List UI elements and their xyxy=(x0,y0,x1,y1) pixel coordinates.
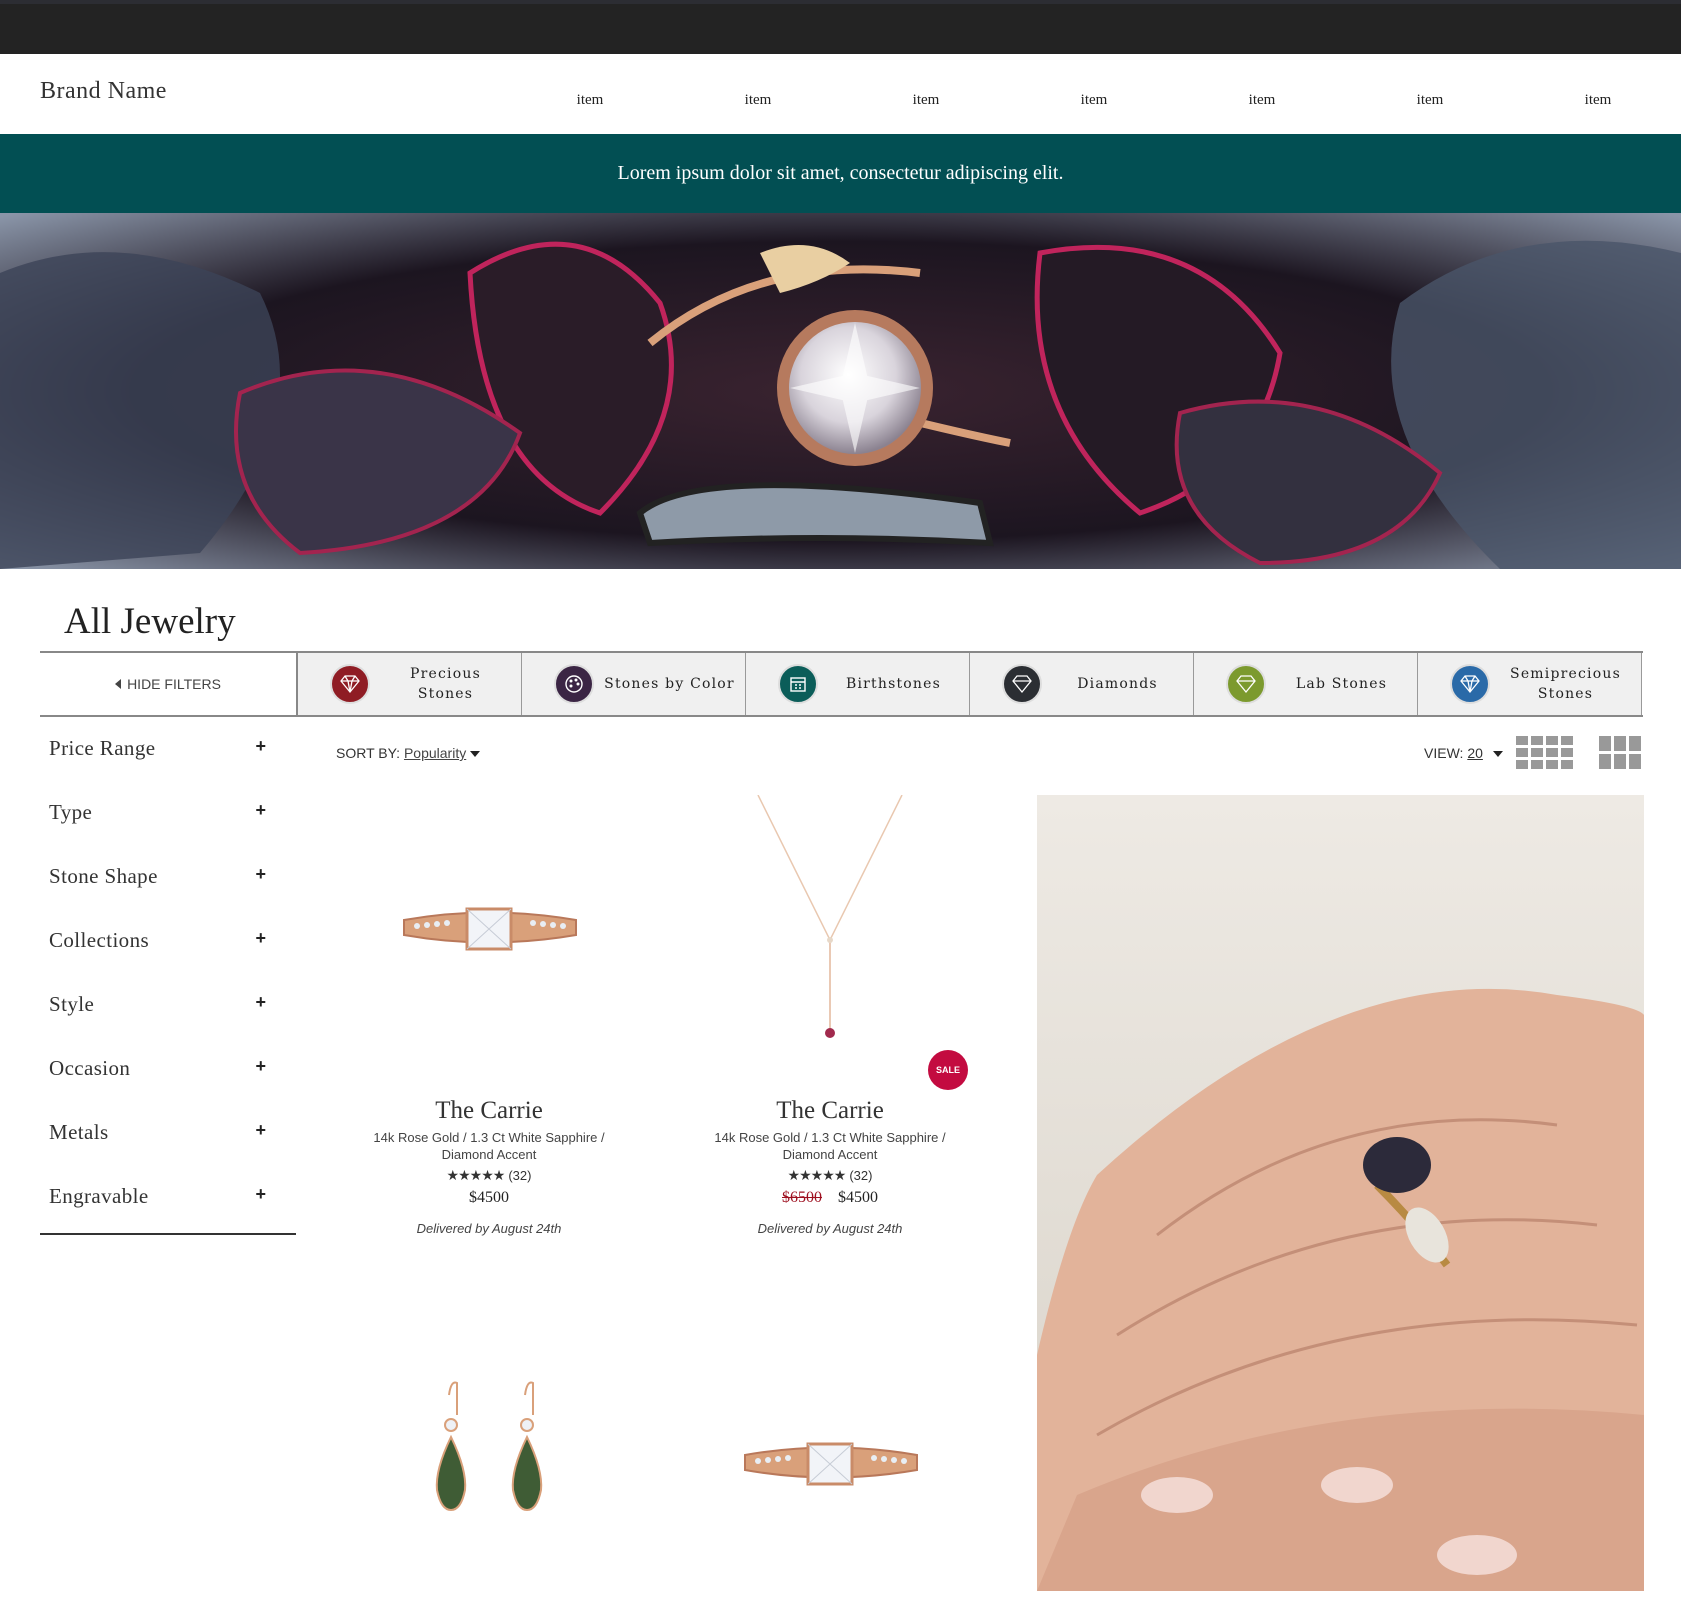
filter-type[interactable]: Type + xyxy=(40,782,296,846)
plus-icon: + xyxy=(255,736,266,756)
view-control: VIEW: 20 xyxy=(1424,745,1503,761)
hide-filters-button[interactable]: HIDE FILTERS xyxy=(40,653,298,715)
filter-style[interactable]: Style + xyxy=(40,974,296,1038)
star-rating-icon: ★★★★★ xyxy=(446,1169,506,1184)
browser-top-bar xyxy=(0,0,1681,54)
category-label: Birthstones xyxy=(845,676,942,692)
category-label: Precious Stones xyxy=(410,666,481,702)
plus-icon: + xyxy=(255,1184,266,1204)
category-label: Semiprecious Stones xyxy=(1510,666,1621,702)
product-price-row: $6500 $4500 xyxy=(680,1189,980,1207)
category-stones-by-color[interactable]: Stones by Color xyxy=(522,653,746,715)
product-name[interactable]: The Carrie xyxy=(339,1097,639,1125)
product-desc-line-1: 14k Rose Gold / 1.3 Ct White Sapphire / xyxy=(373,1130,605,1145)
category-bar: HIDE FILTERS Precious Stones Stones by C… xyxy=(40,651,1643,717)
nav-item-1[interactable]: item xyxy=(540,92,640,109)
filter-engravable[interactable]: Engravable + xyxy=(40,1166,296,1230)
plus-icon: + xyxy=(255,864,266,884)
category-diamonds[interactable]: Diamonds xyxy=(970,653,1194,715)
sort-label: SORT BY: xyxy=(336,745,401,761)
gem-icon xyxy=(1450,664,1490,704)
sale-badge: SALE xyxy=(928,1050,968,1090)
filter-metals[interactable]: Metals + xyxy=(40,1102,296,1166)
plus-icon: + xyxy=(255,1120,266,1140)
filter-label: Type xyxy=(49,800,93,824)
hero-image xyxy=(0,213,1681,569)
caret-left-icon xyxy=(115,679,122,689)
brand-logo[interactable]: Brand Name xyxy=(40,78,167,105)
necklace-image[interactable] xyxy=(680,795,980,1085)
product-desc-line-1: 14k Rose Gold / 1.3 Ct White Sapphire / xyxy=(714,1130,946,1145)
category-label: Lab Stones xyxy=(1295,676,1388,692)
main-nav: item item item item item item item xyxy=(540,92,1681,122)
plus-icon: + xyxy=(255,928,266,948)
filter-label: Collections xyxy=(49,928,150,952)
chevron-down-icon[interactable] xyxy=(470,751,481,758)
category-birthstones[interactable]: Birthstones xyxy=(746,653,970,715)
filter-occasion[interactable]: Occasion + xyxy=(40,1038,296,1102)
filter-price-range[interactable]: Price Range + xyxy=(40,718,296,782)
filter-label: Stone Shape xyxy=(49,864,158,888)
ring-image[interactable] xyxy=(680,1330,980,1620)
filter-stone-shape[interactable]: Stone Shape + xyxy=(40,846,296,910)
filter-sidebar: Price Range + Type + Stone Shape + Collecti… xyxy=(40,718,296,1230)
product-name[interactable]: The Carrie xyxy=(680,1097,980,1125)
category-precious-stones[interactable]: Precious Stones xyxy=(298,653,522,715)
filter-label: Price Range xyxy=(49,736,156,760)
filter-label: Occasion xyxy=(49,1056,131,1080)
delivery-date: Delivered by August 24th xyxy=(757,1221,903,1236)
nav-item-5[interactable]: item xyxy=(1212,92,1312,109)
nav-item-4[interactable]: item xyxy=(1044,92,1144,109)
grid-4-view-icon[interactable] xyxy=(1516,736,1573,769)
star-rating-icon: ★★★★★ xyxy=(787,1169,847,1184)
filter-label: Style xyxy=(49,992,95,1016)
category-lab-stones[interactable]: Lab Stones xyxy=(1194,653,1418,715)
product-card[interactable]: SALE The Carrie 14k Rose Gold / 1.3 Ct W… xyxy=(680,795,980,1255)
nav-item-7[interactable]: item xyxy=(1548,92,1648,109)
category-label: Stones by Color xyxy=(604,676,735,692)
product-price: $4500 xyxy=(469,1189,509,1206)
chevron-down-icon[interactable] xyxy=(1492,751,1503,758)
product-desc-line-2: Diamond Accent xyxy=(782,1147,878,1162)
lab-gem-icon xyxy=(1226,664,1266,704)
view-label: VIEW: xyxy=(1424,745,1464,761)
page-title: All Jewelry xyxy=(64,601,236,642)
delivery-date: Delivered by August 24th xyxy=(416,1221,562,1236)
sale-price: $4500 xyxy=(838,1189,878,1206)
promo-banner: Lorem ipsum dolor sit amet, consectetur … xyxy=(0,134,1681,213)
ring-image[interactable] xyxy=(339,795,639,1085)
lifestyle-photo xyxy=(1037,795,1644,1591)
site-header: Brand Name item item item item item item… xyxy=(0,54,1681,134)
calendar-icon xyxy=(778,664,818,704)
category-label: Diamonds xyxy=(1077,676,1158,692)
original-price: $6500 xyxy=(782,1189,822,1206)
gem-icon xyxy=(330,664,370,704)
sort-dropdown[interactable]: Popularity xyxy=(404,745,466,761)
plus-icon: + xyxy=(255,800,266,820)
sort-control: SORT BY: Popularity xyxy=(336,745,481,761)
filter-collections[interactable]: Collections + xyxy=(40,910,296,974)
category-semiprecious-stones[interactable]: Semiprecious Stones xyxy=(1418,653,1642,715)
diamond-icon xyxy=(1002,664,1042,704)
nav-item-6[interactable]: item xyxy=(1380,92,1480,109)
filters-divider xyxy=(40,1233,296,1235)
product-card[interactable]: The Carrie 14k Rose Gold / 1.3 Ct White … xyxy=(339,795,639,1255)
plus-icon: + xyxy=(255,992,266,1012)
product-card[interactable] xyxy=(680,1330,980,1591)
grid-3-view-icon[interactable] xyxy=(1599,736,1641,769)
palette-icon xyxy=(554,664,594,704)
filter-label: Engravable xyxy=(49,1184,149,1208)
filter-label: Metals xyxy=(49,1120,109,1144)
review-count[interactable]: (32) xyxy=(508,1168,531,1183)
earrings-image[interactable] xyxy=(339,1330,639,1620)
plus-icon: + xyxy=(255,1056,266,1076)
nav-item-3[interactable]: item xyxy=(876,92,976,109)
review-count[interactable]: (32) xyxy=(849,1168,872,1183)
nav-item-2[interactable]: item xyxy=(708,92,808,109)
view-count-dropdown[interactable]: 20 xyxy=(1467,745,1483,761)
product-desc-line-2: Diamond Accent xyxy=(441,1147,537,1162)
hide-filters-label: HIDE FILTERS xyxy=(127,676,221,692)
product-card[interactable] xyxy=(339,1330,639,1591)
